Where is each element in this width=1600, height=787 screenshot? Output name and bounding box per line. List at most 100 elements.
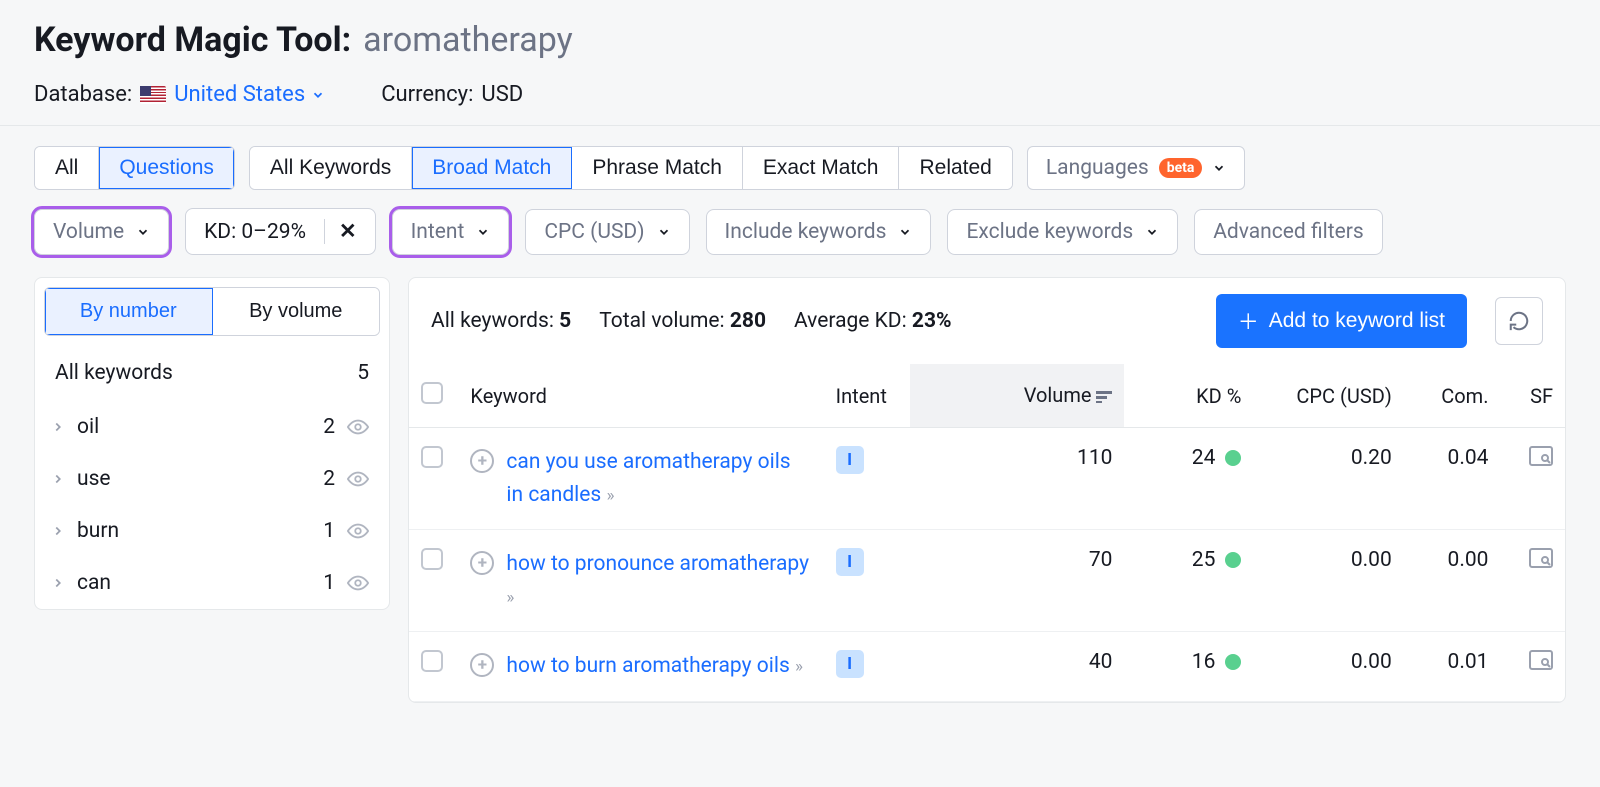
col-cpc[interactable]: CPC (USD) [1253,364,1403,428]
match-segment: All Keywords Broad Match Phrase Match Ex… [249,146,1013,190]
sidebar-item[interactable]: oil 2 [35,401,389,453]
filter-volume[interactable]: Volume [34,209,169,255]
keyword-groups-sidebar: By number By volume All keywords 5 oil 2… [34,277,390,610]
sidebar-all-keywords[interactable]: All keywords 5 [35,345,389,401]
col-com[interactable]: Com. [1404,364,1501,428]
sidebar-item-label: use [77,467,311,491]
sidebar-item-label: oil [77,415,311,439]
cell-cpc: 0.00 [1253,530,1403,632]
chevron-right-icon [51,472,65,486]
filter-cpc-label: CPC (USD) [544,220,644,244]
languages-label: Languages [1046,156,1149,180]
page-title: Keyword Magic Tool: aromatherapy [34,20,1566,60]
filter-advanced-label: Advanced filters [1213,220,1363,244]
chevron-down-icon [1145,225,1159,239]
sidebar-item-count: 1 [323,519,335,543]
col-sf[interactable]: SF [1500,364,1565,428]
add-btn-label: Add to keyword list [1269,309,1445,333]
double-chevron-icon: » [606,486,614,506]
filter-advanced[interactable]: Advanced filters [1194,209,1382,255]
eye-icon[interactable] [347,416,369,438]
tab-related[interactable]: Related [899,147,1011,189]
sidebar-item[interactable]: burn 1 [35,505,389,557]
row-checkbox[interactable] [421,446,443,468]
table-row: + can you use aromatherapy oils in candl… [409,428,1565,530]
flag-us-icon [140,86,166,104]
sidebar-item[interactable]: can 1 [35,557,389,609]
serp-icon[interactable] [1529,548,1553,568]
tab-all-keywords[interactable]: All Keywords [250,147,412,189]
chevron-down-icon [136,225,150,239]
sort-by-volume[interactable]: By volume [213,288,380,335]
serp-icon[interactable] [1529,650,1553,670]
filter-exclude-keywords[interactable]: Exclude keywords [947,209,1178,255]
stat-total-volume: Total volume: 280 [599,309,766,333]
sidebar-item-label: can [77,571,311,595]
scope-segment: All Questions [34,146,235,190]
tool-name: Keyword Magic Tool: [34,20,351,60]
expand-icon[interactable]: + [470,653,494,677]
expand-icon[interactable]: + [470,551,494,575]
row-checkbox[interactable] [421,650,443,672]
expand-icon[interactable]: + [470,449,494,473]
tab-questions[interactable]: Questions [99,147,234,189]
database-value: United States [174,82,305,107]
eye-icon[interactable] [347,468,369,490]
chevron-right-icon [51,420,65,434]
keyword-link[interactable]: can you use aromatherapy oils in candles… [506,446,811,511]
cell-volume: 70 [910,530,1125,632]
select-all-checkbox[interactable] [421,382,443,404]
col-keyword[interactable]: Keyword [458,364,823,428]
tab-broad-match[interactable]: Broad Match [412,147,572,189]
row-checkbox[interactable] [421,548,443,570]
cell-com: 0.04 [1404,428,1501,530]
table-row: + how to pronounce aromatherapy » I 70 2… [409,530,1565,632]
cell-kd: 24 [1192,446,1242,470]
filter-include-label: Include keywords [725,220,887,244]
cell-com: 0.01 [1404,632,1501,702]
tab-phrase-match[interactable]: Phrase Match [572,147,743,189]
refresh-button[interactable] [1495,297,1543,345]
cell-cpc: 0.20 [1253,428,1403,530]
serp-icon[interactable] [1529,446,1553,466]
filter-kd[interactable]: KD: 0–29% ✕ [185,208,375,255]
filter-kd-label: KD: 0–29% [204,220,306,244]
plus-icon: ＋ [1238,306,1259,336]
tab-all[interactable]: All [35,147,99,189]
kd-difficulty-dot [1225,552,1241,568]
cell-kd: 16 [1192,650,1242,674]
sort-by-number[interactable]: By number [45,288,213,335]
intent-badge: I [836,650,864,678]
eye-icon[interactable] [347,572,369,594]
currency-label: Currency: [381,82,473,107]
chevron-right-icon [51,524,65,538]
filter-intent[interactable]: Intent [392,209,510,255]
intent-badge: I [836,446,864,474]
stat-avg-kd: Average KD: 23% [794,309,952,333]
col-volume[interactable]: Volume [910,364,1125,428]
sidebar-item-count: 2 [323,467,335,491]
chevron-down-icon [1212,161,1226,175]
results-panel: All keywords: 5 Total volume: 280 Averag… [408,277,1566,703]
add-to-keyword-list-button[interactable]: ＋ Add to keyword list [1216,294,1467,348]
filter-intent-label: Intent [411,220,465,244]
filter-include-keywords[interactable]: Include keywords [706,209,932,255]
languages-dropdown[interactable]: Languages beta [1027,146,1246,190]
filter-cpc[interactable]: CPC (USD) [525,209,689,255]
chevron-down-icon [476,225,490,239]
chevron-down-icon [311,88,325,102]
col-kd[interactable]: KD % [1124,364,1253,428]
sidebar-all-label: All keywords [55,361,173,385]
keyword-link[interactable]: how to pronounce aromatherapy » [506,548,811,613]
close-icon[interactable]: ✕ [324,219,357,244]
sidebar-item-count: 2 [323,415,335,439]
tab-exact-match[interactable]: Exact Match [743,147,900,189]
keyword-link[interactable]: how to burn aromatherapy oils » [506,650,803,683]
sidebar-item[interactable]: use 2 [35,453,389,505]
search-term: aromatherapy [363,20,573,60]
col-intent[interactable]: Intent [824,364,910,428]
double-chevron-icon: » [795,657,803,677]
database-selector[interactable]: United States [174,82,325,107]
eye-icon[interactable] [347,520,369,542]
currency-value: USD [481,82,523,107]
